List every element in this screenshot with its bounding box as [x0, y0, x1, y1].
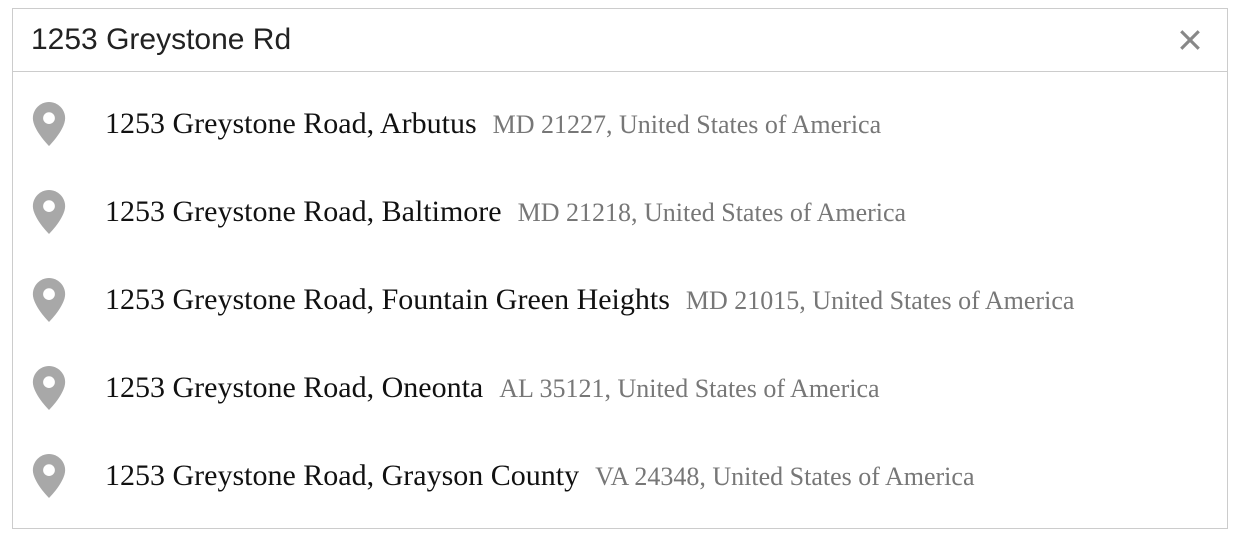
- suggestion-text: 1253 Greystone Road, Grayson County VA 2…: [105, 458, 975, 494]
- suggestion-item[interactable]: 1253 Greystone Road, Oneonta AL 35121, U…: [13, 344, 1227, 432]
- suggestion-item[interactable]: 1253 Greystone Road, Fountain Green Heig…: [13, 256, 1227, 344]
- suggestion-main: 1253 Greystone Road, Arbutus: [105, 106, 477, 142]
- suggestion-secondary: MD 21218, United States of America: [518, 197, 907, 228]
- suggestion-secondary: AL 35121, United States of America: [499, 373, 879, 404]
- location-pin-icon: [31, 102, 67, 146]
- close-icon: [1175, 25, 1205, 55]
- address-search-input[interactable]: [31, 23, 1171, 57]
- address-autocomplete: 1253 Greystone Road, Arbutus MD 21227, U…: [12, 8, 1228, 529]
- suggestion-main: 1253 Greystone Road, Baltimore: [105, 194, 502, 230]
- suggestion-text: 1253 Greystone Road, Fountain Green Heig…: [105, 282, 1074, 318]
- search-row: [13, 9, 1227, 72]
- location-pin-icon: [31, 366, 67, 410]
- suggestion-main: 1253 Greystone Road, Fountain Green Heig…: [105, 282, 670, 318]
- location-pin-icon: [31, 190, 67, 234]
- clear-button[interactable]: [1171, 21, 1209, 59]
- suggestion-item[interactable]: 1253 Greystone Road, Arbutus MD 21227, U…: [13, 80, 1227, 168]
- suggestion-item[interactable]: 1253 Greystone Road, Grayson County VA 2…: [13, 432, 1227, 520]
- location-pin-icon: [31, 278, 67, 322]
- suggestion-text: 1253 Greystone Road, Arbutus MD 21227, U…: [105, 106, 881, 142]
- suggestion-text: 1253 Greystone Road, Oneonta AL 35121, U…: [105, 370, 880, 406]
- suggestion-secondary: MD 21015, United States of America: [686, 285, 1075, 316]
- suggestion-item[interactable]: 1253 Greystone Road, Baltimore MD 21218,…: [13, 168, 1227, 256]
- suggestions-list: 1253 Greystone Road, Arbutus MD 21227, U…: [13, 72, 1227, 528]
- suggestion-text: 1253 Greystone Road, Baltimore MD 21218,…: [105, 194, 906, 230]
- suggestion-main: 1253 Greystone Road, Oneonta: [105, 370, 483, 406]
- location-pin-icon: [31, 454, 67, 498]
- suggestion-main: 1253 Greystone Road, Grayson County: [105, 458, 579, 494]
- suggestion-secondary: MD 21227, United States of America: [493, 109, 882, 140]
- suggestion-secondary: VA 24348, United States of America: [595, 461, 974, 492]
